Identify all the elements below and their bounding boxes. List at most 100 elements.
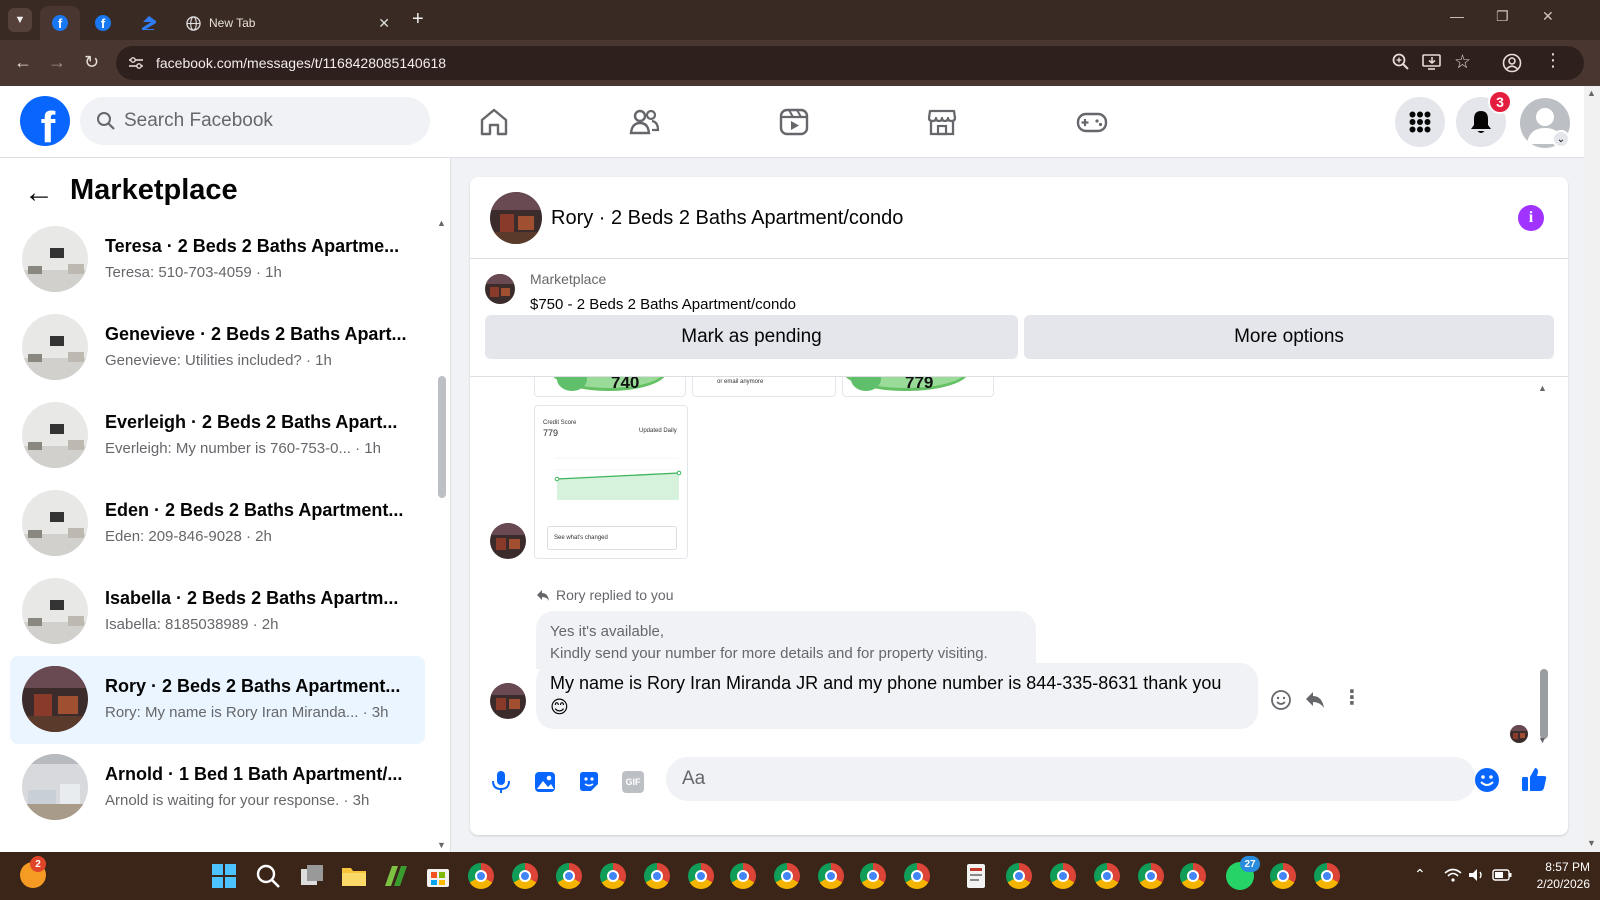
chrome-taskbar-icon[interactable] [860,863,888,891]
chrome-taskbar-icon[interactable] [1314,863,1342,891]
sidebar-scrollbar[interactable] [438,376,446,498]
credit-score-image-1[interactable]: 740 [534,377,686,397]
chat-contact-avatar[interactable] [490,192,542,244]
search-box[interactable] [80,97,430,145]
gif-icon[interactable]: GIF [622,771,644,793]
menu-button[interactable] [1395,97,1445,147]
back-arrow-icon[interactable]: ← [24,176,54,210]
conversation-item[interactable]: Eden · 2 Beds 2 Baths Apartment... Eden: … [10,480,425,568]
chrome-taskbar-icon[interactable] [688,863,716,891]
credit-score-image-2[interactable]: or email anymore [692,377,836,397]
home-icon[interactable] [478,106,510,138]
conversation-item[interactable]: Everleigh · 2 Beds 2 Baths Apart... Everl… [10,392,425,480]
react-emoji-icon[interactable] [1270,689,1292,711]
zoom-icon[interactable] [1392,53,1410,71]
message-input[interactable] [666,757,1476,801]
install-app-icon[interactable] [1422,53,1442,71]
sender-avatar[interactable] [490,523,526,559]
chat-scrollbar[interactable] [1540,669,1548,739]
tab-facebook-active[interactable]: f [40,6,80,40]
chrome-taskbar-icon[interactable] [1270,863,1298,891]
windows-start-icon[interactable] [210,862,238,890]
forward-icon[interactable]: → [48,52,66,72]
scroll-up-arrow-icon[interactable]: ▲ [437,218,446,228]
mark-as-pending-button[interactable]: Mark as pending [485,315,1018,359]
tab-new-tab[interactable]: New Tab ✕ [178,6,400,40]
gaming-icon[interactable] [1076,106,1108,138]
more-actions-icon[interactable]: ⋮ [1342,685,1362,710]
conversation-item[interactable]: Genevieve · 2 Beds 2 Baths Apart... Genev… [10,304,425,392]
bookmark-star-icon[interactable]: ☆ [1454,51,1471,74]
tab-list-dropdown[interactable]: ▼ [8,8,32,32]
conversation-item[interactable]: Arnold · 1 Bed 1 Bath Apartment/... Arnol… [10,744,425,832]
search-input[interactable] [124,97,414,145]
chrome-taskbar-icon[interactable] [1050,863,1078,891]
tab-zillow[interactable] [134,6,164,40]
chat-scroll-down-icon[interactable]: ▼ [1538,735,1547,745]
conversation-info-icon[interactable]: i [1518,205,1544,231]
reload-icon[interactable]: ↻ [84,52,99,72]
green-app-icon[interactable] [382,862,410,890]
tab-facebook[interactable]: f [88,6,118,40]
new-tab-button[interactable]: + [412,8,424,31]
photo-icon[interactable] [532,769,558,795]
browser-menu-icon[interactable]: ⋮ [1544,50,1562,71]
close-window-icon[interactable]: ✕ [1542,8,1554,25]
like-thumbs-up-icon[interactable] [1520,765,1548,793]
page-scroll-down-icon[interactable]: ▼ [1587,838,1596,848]
task-view-icon[interactable] [298,862,326,890]
minimize-icon[interactable]: — [1450,8,1464,24]
chrome-taskbar-icon[interactable] [512,863,540,891]
page-scroll-up-icon[interactable]: ▲ [1587,88,1596,98]
address-bar[interactable]: facebook.com/messages/t/1168428085140618… [116,46,1584,80]
microphone-icon[interactable] [488,769,514,795]
conversation-item[interactable]: Teresa · 2 Beds 2 Baths Apartme... Teresa… [10,216,425,304]
quoted-reply-bubble[interactable]: Yes it's available, Kindly send your num… [536,611,1036,669]
chat-scroll-up-icon[interactable]: ▲ [1538,383,1547,393]
marketplace-icon[interactable] [926,106,958,138]
chrome-taskbar-icon[interactable] [818,863,846,891]
close-tab-icon[interactable]: ✕ [378,15,390,32]
chrome-taskbar-icon[interactable] [1094,863,1122,891]
credit-chart-image[interactable]: Credit Score 779 Updated Daily See what'… [534,405,688,559]
chrome-taskbar-icon[interactable] [556,863,584,891]
wifi-icon[interactable] [1444,868,1462,882]
volume-icon[interactable] [1468,868,1486,882]
message-bubble[interactable]: My name is Rory Iran Miranda JR and my p… [536,663,1258,729]
chrome-taskbar-icon[interactable] [904,863,932,891]
chrome-taskbar-icon[interactable] [1006,863,1034,891]
chrome-taskbar-icon[interactable] [774,863,802,891]
chrome-taskbar-icon[interactable] [468,863,496,891]
microsoft-store-icon[interactable] [424,862,452,890]
document-app-icon[interactable] [962,862,990,890]
see-whats-changed-button[interactable]: See what's changed [547,526,677,550]
more-options-button[interactable]: More options [1024,315,1554,359]
back-icon[interactable]: ← [14,52,32,72]
profile-icon[interactable] [1502,53,1522,73]
credit-score-image-3[interactable]: 779 [842,377,994,397]
site-settings-icon[interactable] [128,56,144,70]
page-scrollbar[interactable]: ▲ ▼ [1584,86,1600,852]
sticker-icon[interactable] [576,769,602,795]
search-taskbar-icon[interactable] [254,862,282,890]
file-explorer-icon[interactable] [340,862,368,890]
conversation-item[interactable]: Isabella · 2 Beds 2 Baths Apartm... Isabe… [10,568,425,656]
facebook-logo-icon[interactable]: f [20,96,70,146]
chrome-taskbar-icon[interactable] [730,863,758,891]
listing-thumbnail[interactable] [485,274,515,304]
friends-icon[interactable] [628,106,660,138]
video-icon[interactable] [778,106,810,138]
reply-icon[interactable] [1304,689,1326,711]
chrome-taskbar-icon[interactable] [1138,863,1166,891]
listing-title[interactable]: $750 - 2 Beds 2 Baths Apartment/condo [530,296,796,313]
scroll-down-arrow-icon[interactable]: ▼ [437,840,446,850]
conversation-item[interactable]: Rory · 2 Beds 2 Baths Apartment... Rory: … [10,656,425,744]
emoji-picker-icon[interactable] [1474,767,1500,793]
restore-icon[interactable]: ❐ [1496,8,1509,25]
chrome-taskbar-icon[interactable] [644,863,672,891]
chrome-taskbar-icon[interactable] [600,863,628,891]
tray-expand-icon[interactable]: ⌃ [1414,866,1426,883]
chrome-taskbar-icon[interactable] [1180,863,1208,891]
clock[interactable]: 8:57 PM 2/20/2026 [1520,860,1590,891]
battery-icon[interactable] [1492,869,1512,881]
